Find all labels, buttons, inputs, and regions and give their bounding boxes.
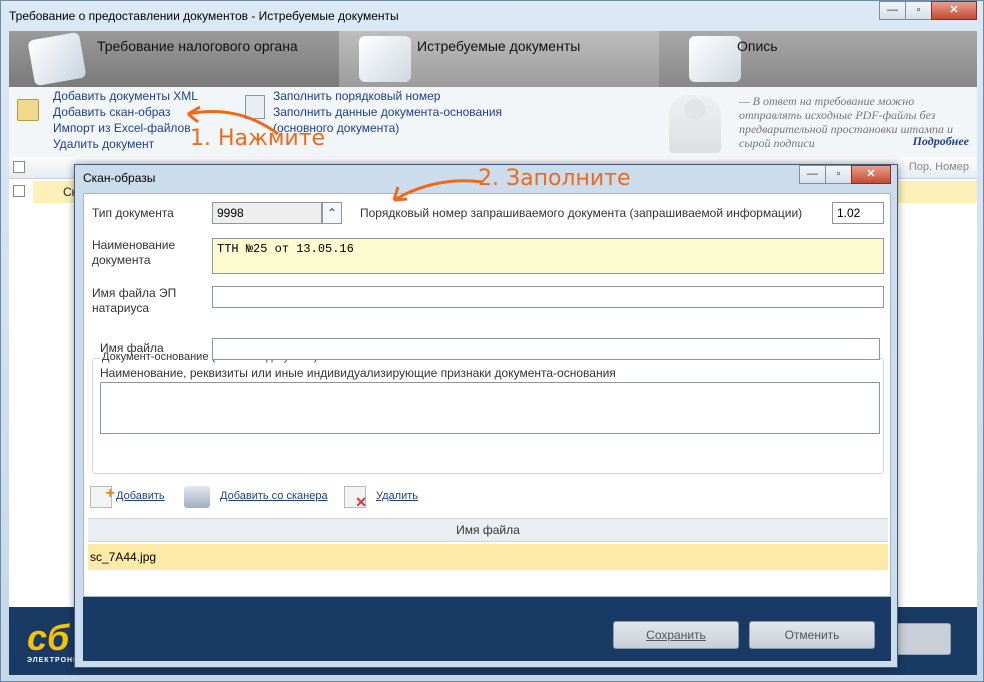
base-details-label: Наименование, реквизиты или иные индивид… (100, 366, 616, 380)
column-number: Пор. Номер (908, 161, 969, 173)
row-checkbox[interactable] (13, 185, 25, 197)
xml-icon (17, 99, 39, 121)
minimize-button[interactable]: — (879, 1, 906, 20)
save-button[interactable]: Сохранить (613, 621, 739, 649)
fill-number-link[interactable]: Заполнить порядковый номер (273, 89, 440, 103)
dialog-title: Скан-образы (83, 171, 156, 185)
documents-icon (359, 36, 411, 82)
scan-images-dialog: Скан-образы — ▫ ✕ Тип документа 9998 ⌃ П… (74, 164, 898, 668)
base-file-label: Имя файла (100, 341, 164, 355)
import-excel-link[interactable]: Импорт из Excel-файлов (53, 121, 191, 135)
dialog-close-button[interactable]: ✕ (851, 165, 891, 184)
doc-name-field[interactable]: ТТН №25 от 13.05.16 (212, 238, 884, 274)
cancel-button[interactable]: Отменить (749, 621, 875, 649)
assistant-icon (669, 95, 721, 153)
wizard-step-documents[interactable]: Истребуемые документы (339, 31, 679, 87)
more-link[interactable]: Подробнее (913, 134, 969, 149)
base-file-field[interactable] (212, 338, 880, 360)
dialog-footer: Сохранить Отменить (83, 597, 891, 661)
delete-file-icon: ✕ (344, 486, 367, 510)
brand-logo: сб ЭЛЕКТРОННАЯ (27, 617, 92, 664)
annotation-step1: 1. Нажмите (190, 126, 326, 151)
wizard-step-label: Истребуемые документы (417, 38, 581, 54)
wizard-step-label: Требование налогового органа (97, 38, 298, 54)
scanner-icon (184, 486, 210, 508)
maximize-button[interactable]: ▫ (905, 1, 932, 20)
delete-file-link[interactable]: Удалить (376, 490, 418, 502)
dialog-body: Тип документа 9998 ⌃ Порядковый номер за… (83, 193, 891, 597)
notary-file-field[interactable] (212, 286, 884, 308)
background-button (889, 623, 951, 655)
close-button[interactable]: ✕ (931, 1, 977, 20)
wizard-step-inventory[interactable]: Опись (659, 31, 977, 87)
doc-type-label: Тип документа (92, 206, 174, 220)
base-details-field[interactable] (100, 382, 880, 434)
files-column-header: Имя файла (88, 518, 888, 542)
order-number-field[interactable]: 1.02 (832, 202, 884, 224)
arrow-annotation-2 (392, 179, 483, 202)
title-bar: Требование о предоставлении документов -… (1, 1, 983, 29)
inventory-icon (689, 36, 741, 82)
select-all-checkbox[interactable] (13, 161, 25, 173)
add-xml-link[interactable]: Добавить документы XML (53, 89, 198, 103)
dialog-minimize-button[interactable]: — (799, 165, 826, 184)
wizard-steps: Требование налогового органа Истребуемые… (9, 31, 977, 87)
dialog-maximize-button[interactable]: ▫ (825, 165, 852, 184)
order-number-label: Порядковый номер запрашиваемого документ… (360, 206, 803, 220)
delete-document-link[interactable]: Удалить документ (53, 137, 154, 151)
wizard-step-tax-request[interactable]: Требование налогового органа (9, 31, 359, 87)
add-scan-link[interactable]: Добавить скан-образ (53, 105, 170, 119)
add-from-scanner-link[interactable]: Добавить со сканера (220, 490, 328, 502)
doc-type-field[interactable]: 9998 (212, 202, 322, 224)
fill-base-link[interactable]: Заполнить данные документа-основания (273, 105, 502, 119)
doc-name-label: Наименование документа (92, 238, 176, 267)
notary-file-label: Имя файла ЭП натариуса (92, 286, 177, 315)
tax-request-icon (27, 31, 87, 87)
wizard-step-label: Опись (737, 38, 778, 54)
toolbar: Добавить документы XML Добавить скан-обр… (9, 87, 977, 157)
doc-type-picker-button[interactable]: ⌃ (322, 202, 342, 224)
window-title: Требование о предоставлении документов -… (9, 9, 399, 23)
file-row[interactable]: sc_7A44.jpg (88, 544, 888, 570)
add-file-icon: + (90, 485, 115, 508)
add-file-link[interactable]: Добавить (116, 490, 165, 502)
annotation-step2: 2. Заполните (478, 166, 631, 191)
